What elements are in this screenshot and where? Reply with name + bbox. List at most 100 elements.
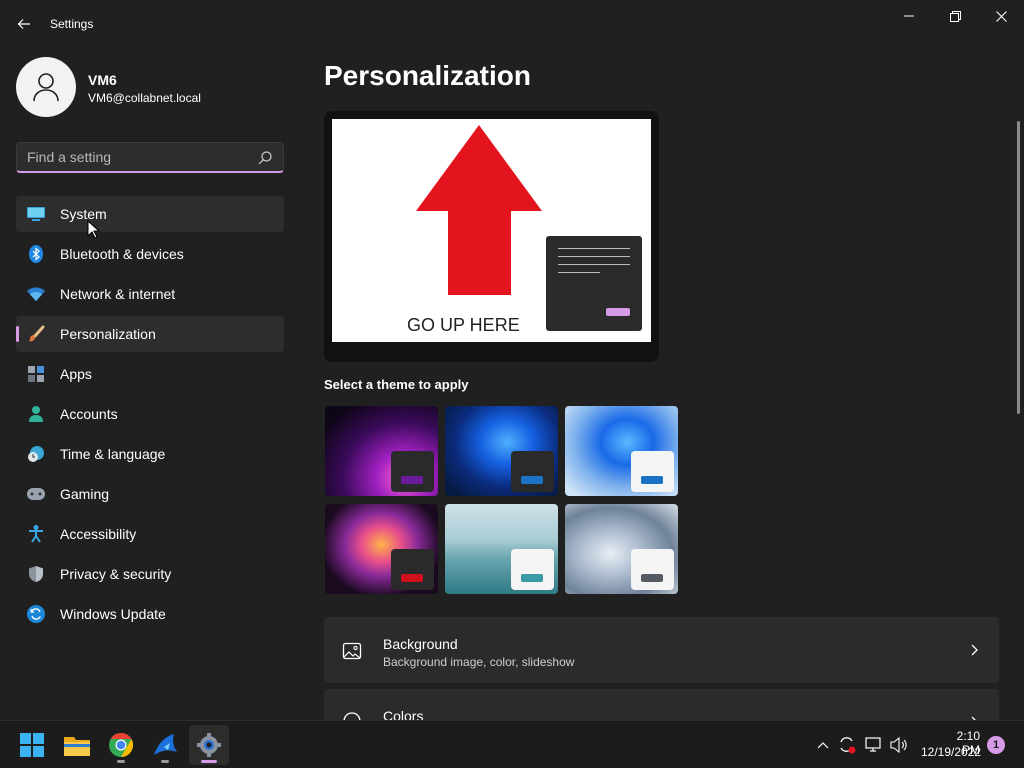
theme-accent-bar [521,476,543,484]
search-icon[interactable] [257,150,273,166]
sidebar-item-system[interactable]: System [16,196,284,232]
search-input[interactable] [17,143,247,171]
sidebar-item-personalization[interactable]: Personalization [16,316,284,352]
window-title: Settings [50,17,94,31]
mouse-cursor-icon [87,220,101,239]
user-email: VM6@collabnet.local [88,91,201,105]
theme-section-label: Select a theme to apply [324,377,469,392]
chrome-icon [109,733,133,757]
shark-app-icon [154,734,177,755]
theme-accent-bar [401,574,423,582]
refresh-icon [27,605,45,623]
close-icon [995,10,1007,22]
minimize-icon [904,15,914,17]
theme-card [391,451,434,492]
background-setting-row[interactable]: Background Background image, color, slid… [324,617,999,683]
accessibility-icon [27,525,45,543]
sidebar-item-label: Privacy & security [60,566,172,582]
bluetooth-icon [27,245,45,263]
colors-setting-row[interactable]: Colors [324,689,999,720]
minimize-button[interactable] [886,0,932,32]
row-title: Colors [383,708,424,720]
sidebar-item-accounts[interactable]: Accounts [16,396,284,432]
preview-accent-button [606,308,630,316]
network-icon [865,737,881,752]
preview-caption: GO UP HERE [407,315,520,335]
monitor-icon [27,205,45,223]
file-explorer-icon [64,737,90,756]
volume-button[interactable] [889,735,909,755]
sidebar-item-label: Windows Update [60,606,166,622]
taskbar [0,720,1024,768]
shark-app-button[interactable] [145,725,185,765]
theme-tile-bloom-light[interactable] [565,406,678,496]
sidebar-nav: System Bluetooth & devices Network & int… [16,196,284,636]
running-indicator [117,760,125,763]
theme-card [391,549,434,590]
palette-icon [343,712,361,720]
page-title: Personalization [324,60,531,91]
title-bar: Settings [0,0,1024,48]
volume-icon [890,737,907,753]
sync-alert-icon [840,737,856,754]
theme-accent-bar [641,574,663,582]
sidebar-item-label: Apps [60,366,92,382]
show-hidden-icons-button[interactable] [813,735,833,755]
person-icon [33,73,59,102]
sidebar-item-label: Gaming [60,486,110,502]
theme-tile-glow[interactable] [325,406,438,496]
sidebar-item-time-language[interactable]: Time & language [16,436,284,472]
active-app-indicator [201,760,217,763]
back-button[interactable] [8,8,40,40]
theme-tile-bloom-dark[interactable] [445,406,558,496]
theme-tile-captured-motion[interactable] [325,504,438,594]
settings-icon [197,733,221,757]
sidebar-item-bluetooth-devices[interactable]: Bluetooth & devices [16,236,284,272]
sidebar-item-label: Accounts [60,406,118,422]
start-icon [20,733,44,757]
brush-icon [27,325,45,343]
theme-card [511,451,554,492]
theme-card [511,549,554,590]
sidebar-item-privacy-security[interactable]: Privacy & security [16,556,284,592]
theme-accent-bar [401,476,423,484]
sidebar-item-label: Network & internet [60,286,176,302]
preview-window [546,236,642,331]
theme-card [631,451,674,492]
wifi-icon [27,285,45,303]
shield-icon [27,565,45,583]
chrome-button[interactable] [101,725,141,765]
clock-globe-icon [27,445,45,463]
theme-preview: GO UP HERE [324,111,659,362]
sidebar-item-label: Accessibility [60,526,137,542]
theme-tile-sunrise[interactable] [445,504,558,594]
apps-icon [27,365,45,383]
image-icon [342,642,362,660]
chevron-up-icon [817,742,829,749]
sidebar-item-apps[interactable]: Apps [16,356,284,392]
notification-badge[interactable]: 1 [987,736,1005,754]
start-button[interactable] [12,725,52,765]
close-button[interactable] [978,0,1024,32]
sidebar-item-gaming[interactable]: Gaming [16,476,284,512]
person-icon [27,405,45,423]
settings-taskbar-button[interactable] [189,725,229,765]
search-box[interactable] [16,142,284,173]
restore-button[interactable] [932,0,978,32]
back-arrow-icon [17,19,30,29]
controller-icon [27,485,45,503]
sidebar-item-accessibility[interactable]: Accessibility [16,516,284,552]
clock-date[interactable]: 12/19/2022 [921,745,981,759]
sync-status-button[interactable] [837,735,857,755]
chevron-right-icon [971,644,978,656]
theme-card [631,549,674,590]
theme-tile-flow[interactable] [565,504,678,594]
up-arrow-icon [416,125,542,295]
main-scrollbar[interactable] [1017,121,1020,414]
sidebar-item-network-internet[interactable]: Network & internet [16,276,284,312]
avatar[interactable] [16,57,76,117]
network-button[interactable] [864,735,884,755]
row-title: Background [383,636,458,652]
file-explorer-button[interactable] [57,725,97,765]
sidebar-item-windows-update[interactable]: Windows Update [16,596,284,632]
